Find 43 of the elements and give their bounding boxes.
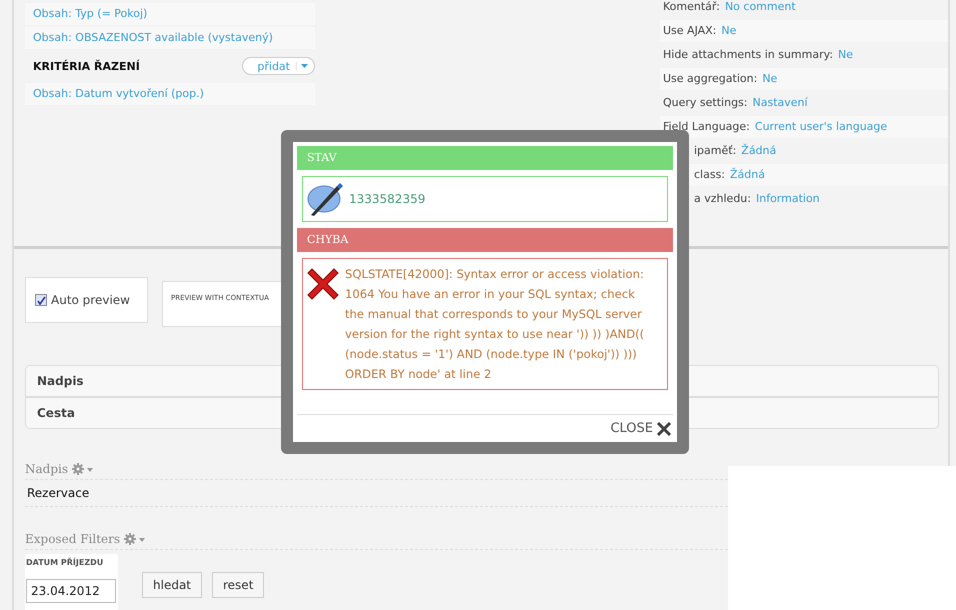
field-label: DATUM PŘÍJEZDU — [26, 558, 104, 567]
setting-label: a vzhledu: — [694, 192, 751, 205]
error-heading: CHYBA — [297, 228, 673, 252]
section-title: KRITÉRIA ŘAZENÍ — [33, 60, 140, 72]
section-title: Exposed Filters — [25, 532, 120, 546]
setting-link[interactable]: Ne — [721, 24, 736, 37]
setting-label: Komentář: — [663, 0, 720, 13]
filter-button[interactable]: reset — [212, 572, 264, 598]
setting-link[interactable]: Ne — [762, 72, 778, 85]
section-title: Nadpis — [25, 462, 68, 476]
date-field[interactable]: 23.04.2012 — [26, 579, 116, 603]
table-cell: Cesta — [37, 406, 75, 420]
setting-link[interactable]: Žádná — [741, 144, 776, 157]
add-button[interactable]: přidat — [242, 57, 315, 75]
setting-link[interactable]: Current user's language — [754, 120, 888, 133]
setting-label: Hide attachments in summary: — [663, 48, 834, 61]
sort-link[interactable]: Obsah: Datum vytvoření (pop.) — [25, 83, 315, 105]
chat-pen-icon — [307, 182, 343, 216]
status-message: 1333582359 — [349, 192, 426, 206]
setting-label: Query settings: — [663, 96, 748, 109]
setting-label: ipaměť: — [694, 144, 736, 157]
setting-label: Field Language: — [663, 120, 750, 133]
checkbox[interactable] — [35, 294, 47, 306]
setting-link[interactable]: No comment — [724, 0, 796, 13]
setting-label: class: — [694, 168, 726, 181]
close-button[interactable]: CLOSE — [610, 421, 671, 436]
table-cell: Nadpis — [37, 374, 84, 388]
setting-link[interactable]: Žádná — [730, 168, 765, 181]
gear-icon[interactable] — [72, 463, 94, 475]
error-x-icon — [307, 268, 339, 300]
setting-label: Use aggregation: — [663, 72, 758, 85]
caret-icon[interactable] — [296, 62, 310, 70]
setting-label: Use AJAX: — [663, 24, 716, 37]
setting-link[interactable]: Information — [756, 192, 820, 205]
setting-link[interactable]: Ne — [838, 48, 854, 61]
status-heading: STAV — [297, 146, 673, 170]
gear-icon[interactable] — [124, 533, 146, 545]
setting-link[interactable]: Nastavení — [752, 96, 808, 109]
filter-link[interactable]: Obsah: OBSAZENOST available (vystavený) — [25, 27, 315, 49]
close-icon[interactable] — [657, 422, 671, 436]
filter-link[interactable]: Obsah: Typ (= Pokoj) — [25, 3, 315, 25]
filter-button[interactable]: hledat — [142, 572, 202, 598]
auto-preview-checkbox[interactable]: Auto preview — [25, 277, 148, 323]
